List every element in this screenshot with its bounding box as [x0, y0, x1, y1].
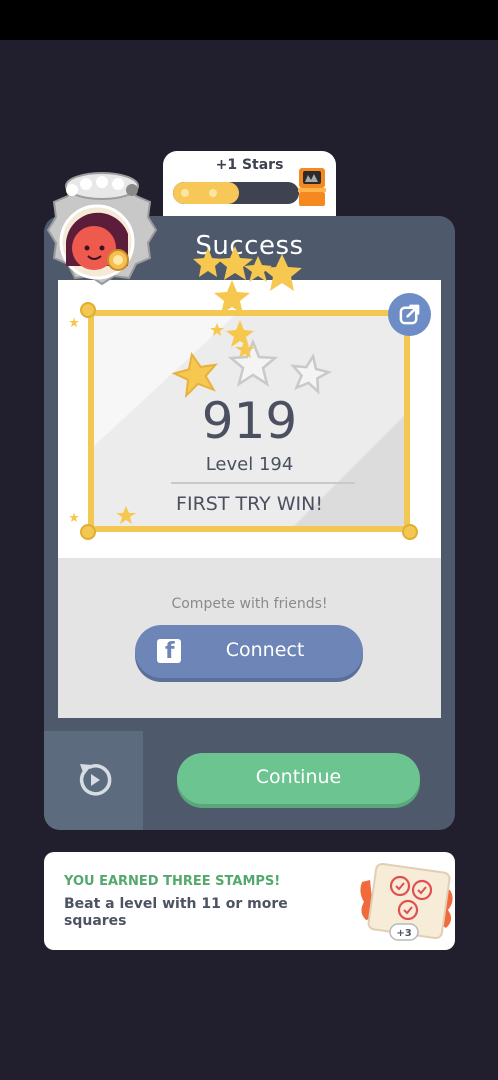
share-icon — [399, 304, 420, 325]
frame-corner — [402, 524, 418, 540]
rating-star-empty — [227, 338, 279, 387]
divider — [171, 482, 355, 484]
stamp-banner-description: Beat a level with 11 or more squares — [64, 896, 288, 929]
stars-progress-bar — [173, 182, 299, 204]
result-card: Success 919 Level 194 FIRST TRY WIN! Com… — [44, 216, 455, 830]
score-value: 919 — [201, 392, 298, 450]
result-label: FIRST TRY WIN! — [176, 493, 323, 515]
share-button[interactable] — [388, 293, 431, 336]
stamp-banner: YOU EARNED THREE STAMPS! Beat a level wi… — [44, 852, 455, 950]
avatar-badge — [46, 172, 158, 286]
frame-corner — [80, 524, 96, 540]
compete-text: Compete with friends! — [171, 596, 328, 612]
rating-star-filled — [171, 351, 219, 399]
facebook-connect-button[interactable]: f Connect — [135, 625, 363, 678]
stars-progress-tab: +1 Stars — [163, 151, 336, 221]
retry-icon — [79, 764, 112, 796]
stars-progress-fill — [173, 182, 239, 204]
stamp-count: +3 — [396, 928, 411, 939]
stamp-banner-title: YOU EARNED THREE STAMPS! — [64, 874, 281, 889]
progress-dot — [209, 189, 217, 197]
chest-icon — [298, 168, 326, 206]
level-label: Level 194 — [205, 454, 294, 475]
continue-label: Continue — [255, 766, 342, 788]
retry-button[interactable] — [44, 731, 143, 830]
connect-label: Connect — [225, 639, 305, 661]
facebook-icon: f — [157, 639, 181, 664]
result-panel: 919 Level 194 FIRST TRY WIN! Compete wit… — [58, 280, 441, 718]
frame-corner — [80, 302, 96, 318]
continue-button[interactable]: Continue — [177, 753, 420, 804]
stamp-sheet-icon: +3 — [360, 862, 453, 941]
rating-star-empty — [290, 353, 332, 395]
progress-dot — [181, 189, 189, 197]
status-bar — [0, 0, 498, 40]
